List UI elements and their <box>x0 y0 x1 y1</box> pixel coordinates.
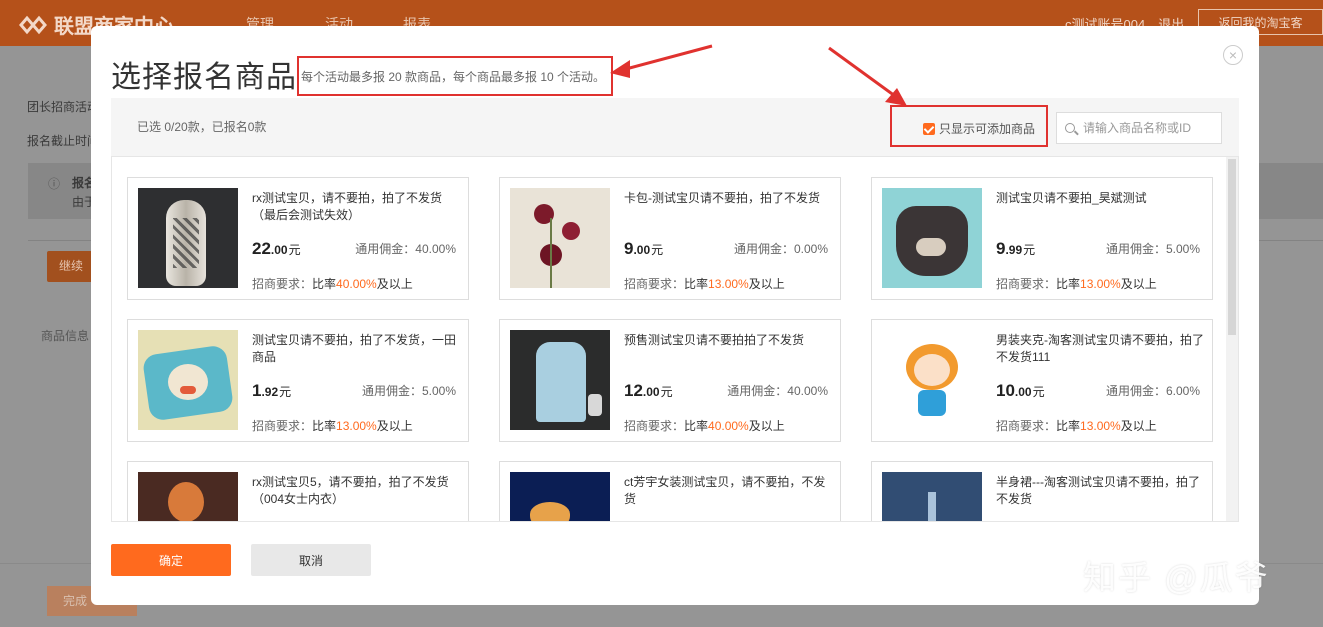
product-requirement: 招商要求：比率13.00%及以上 <box>996 277 1157 291</box>
product-price: 10.00元 <box>996 381 1045 400</box>
product-card[interactable]: ct芳宇女装测试宝贝，请不要拍，不发货 <box>499 461 841 521</box>
product-card[interactable]: 测试宝贝请不要拍，拍了不发货，一田商品 1.92元 通用佣金：5.00% 招商要求：比… <box>127 319 469 442</box>
bear-tissue-image <box>882 188 982 288</box>
modal-toolbar: 已选 0/20款，已报名0款 只显示可添加商品 <box>111 98 1239 156</box>
product-commission: 通用佣金：40.00% <box>355 242 456 256</box>
product-commission: 通用佣金：5.00% <box>361 384 456 398</box>
product-card[interactable]: 卡包-测试宝贝请不要拍，拍了不发货 9.00元 通用佣金：0.00% 招商要求：比率1… <box>499 177 841 300</box>
product-name: 男装夹克-淘客测试宝贝请不要拍，拍了不发货111 <box>996 333 1204 364</box>
annotation-box-filter <box>890 105 1048 147</box>
alliance-logo-icon <box>19 15 47 34</box>
search-box[interactable] <box>1056 112 1222 144</box>
confirm-button[interactable]: 确定 <box>111 544 231 576</box>
bg-activity-label: 团长招商活动 <box>27 100 100 114</box>
flower-image <box>510 188 610 288</box>
product-name: 预售测试宝贝请不要拍拍了不发货 <box>624 333 805 347</box>
search-input[interactable] <box>1083 121 1213 135</box>
bg-goods-info-label: 商品信息 <box>41 329 90 343</box>
cancel-button[interactable]: 取消 <box>251 544 371 576</box>
selected-count: 已选 0/20款，已报名0款 <box>137 120 267 134</box>
product-commission: 通用佣金：40.00% <box>727 384 828 398</box>
annotation-box-subtitle <box>297 56 613 96</box>
product-commission: 通用佣金：0.00% <box>733 242 828 256</box>
info-icon: ⓘ <box>48 177 61 191</box>
product-name: 测试宝贝请不要拍，拍了不发货，一田商品 <box>252 333 457 364</box>
product-name: rx测试宝贝5，请不要拍，拍了不发货（004女士内衣） <box>252 475 449 506</box>
cartoon-girl-image <box>882 330 982 430</box>
product-price: 1.92元 <box>252 381 292 400</box>
product-requirement: 招商要求：比率40.00%及以上 <box>252 277 413 291</box>
annotation-arrow-icon <box>610 44 713 78</box>
anime-image <box>138 472 238 521</box>
product-card[interactable]: 测试宝贝请不要拍_昊斌测试 9.99元 通用佣金：5.00% 招商要求：比率13.00… <box>871 177 1213 300</box>
close-icon[interactable]: × <box>1223 45 1243 65</box>
select-goods-modal: 选择报名商品 每个活动最多报 20 款商品，每个商品最多报 10 个活动。 × … <box>91 26 1259 605</box>
product-card[interactable]: 半身裙---淘客测试宝贝请不要拍，拍了不发货 <box>871 461 1213 521</box>
scrollbar[interactable] <box>1226 157 1238 521</box>
penguin-tissue-image <box>138 330 238 430</box>
search-icon <box>1065 123 1075 133</box>
vase-image <box>138 188 238 288</box>
product-requirement: 招商要求：比率40.00%及以上 <box>624 419 785 433</box>
modal-title: 选择报名商品 <box>111 61 297 94</box>
scroll-thumb[interactable] <box>1228 159 1236 335</box>
product-name: 半身裙---淘客测试宝贝请不要拍，拍了不发货 <box>996 475 1200 506</box>
product-name: ct芳宇女装测试宝贝，请不要拍，不发货 <box>624 475 826 506</box>
product-requirement: 招商要求：比率13.00%及以上 <box>996 419 1157 433</box>
product-name: 卡包-测试宝贝请不要拍，拍了不发货 <box>624 191 820 205</box>
product-price: 12.00元 <box>624 381 673 400</box>
annotation-arrow-icon-2 <box>828 46 907 106</box>
product-list: rx测试宝贝，请不要拍，拍了不发货（最后会测试失效） 22.00元 通用佣金：40.… <box>111 156 1239 522</box>
product-commission: 通用佣金：5.00% <box>1105 242 1200 256</box>
product-requirement: 招商要求：比率13.00%及以上 <box>252 419 413 433</box>
product-name: rx测试宝贝，请不要拍，拍了不发货（最后会测试失效） <box>252 191 442 222</box>
product-commission: 通用佣金：6.00% <box>1105 384 1200 398</box>
product-card[interactable]: rx测试宝贝5，请不要拍，拍了不发货（004女士内衣） <box>127 461 469 521</box>
product-requirement: 招商要求：比率13.00%及以上 <box>624 277 785 291</box>
product-card[interactable]: 预售测试宝贝请不要拍拍了不发货 12.00元 通用佣金：40.00% 招商要求：比率4… <box>499 319 841 442</box>
product-price: 9.00元 <box>624 239 664 258</box>
product-card[interactable]: rx测试宝贝，请不要拍，拍了不发货（最后会测试失效） 22.00元 通用佣金：40.… <box>127 177 469 300</box>
product-card[interactable]: 男装夹克-淘客测试宝贝请不要拍，拍了不发货111 10.00元 通用佣金：6.00%… <box>871 319 1213 442</box>
watermark: 知乎 @瓜爷 <box>1083 559 1270 596</box>
jellyfish-image <box>510 472 610 521</box>
product-price: 9.99元 <box>996 239 1036 258</box>
bg-continue-button[interactable]: 继续 <box>47 251 95 282</box>
bg-deadline-label: 报名截止时间 <box>27 134 100 148</box>
product-name: 测试宝贝请不要拍_昊斌测试 <box>996 191 1147 205</box>
night-sky-image <box>882 472 982 521</box>
jacket-image <box>510 330 610 430</box>
product-price: 22.00元 <box>252 239 301 258</box>
